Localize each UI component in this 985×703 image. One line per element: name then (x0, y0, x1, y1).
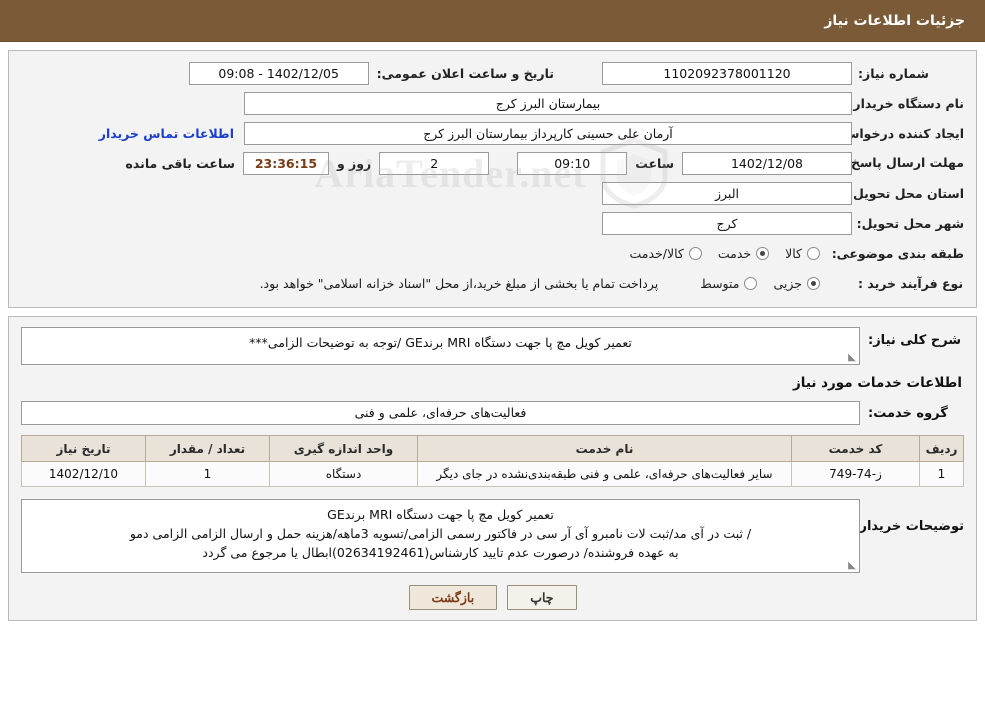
row-buyer-org: نام دستگاه خریدار: بیمارستان البرز کرج (21, 91, 964, 115)
process-radio-group[interactable]: جزیی متوسط (700, 276, 820, 291)
remaining-label: ساعت باقی مانده (125, 155, 235, 171)
buyer-org-label: نام دستگاه خریدار: (848, 95, 964, 111)
th-name: نام خدمت (417, 435, 792, 462)
row-city: شهر محل تحویل: کرج (21, 211, 964, 235)
category-option-kala[interactable]: کالا (785, 246, 820, 261)
time-label: ساعت (635, 155, 674, 171)
th-qty: تعداد / مقدار (145, 435, 270, 462)
category-option-label: کالا/خدمت (629, 245, 684, 261)
buyer-notes-row: توضیحات خریدار: تعمیر کویل مچ پا جهت دست… (21, 499, 964, 574)
days-label: روز و (336, 155, 372, 171)
resize-grip-icon[interactable]: ◣ (847, 353, 857, 363)
row-process-type: نوع فرآیند خرید : جزیی متوسط پرداخت تمام… (21, 271, 964, 295)
buyer-notes-line: تعمیر کویل مچ پا جهت دستگاه MRI برندGE (327, 507, 554, 522)
province-label: استان محل تحویل: (847, 185, 964, 201)
buyer-contact-link[interactable]: اطلاعات تماس خریدار (89, 126, 244, 141)
service-group-value: فعالیت‌های حرفه‌ای، علمی و فنی (21, 401, 860, 425)
summary-label: شرح کلی نیاز: (868, 333, 962, 348)
table-row: 1 ز-74-749 سایر فعالیت‌های حرفه‌ای، علمی… (21, 461, 964, 487)
process-option-jozei[interactable]: جزیی (773, 276, 820, 291)
category-radio-group[interactable]: کالا خدمت کالا/خدمت (629, 246, 820, 261)
service-details-panel: شرح کلی نیاز: تعمیر کویل مچ پا جهت دستگا… (8, 316, 977, 622)
th-index: ردیف (919, 435, 964, 462)
category-option-label: خدمت (717, 245, 752, 261)
radio-icon[interactable] (744, 276, 758, 290)
row-deadline: مهلت ارسال پاسخ: تا تاریخ: 1402/12/08 سا… (21, 151, 964, 175)
deadline-label: مهلت ارسال پاسخ: تا تاریخ: (792, 155, 964, 171)
process-note: پرداخت تمام یا بخشی از مبلغ خرید،از محل … (259, 275, 659, 291)
need-number-label: شماره نیاز: (858, 65, 929, 81)
buyer-notes-line: به عهده فروشنده/ درصورت عدم تایید کارشنا… (202, 544, 679, 560)
summary-value: تعمیر کویل مچ پا جهت دستگاه MRI برندGE /… (21, 327, 860, 365)
deadline-time-value: 09:10 (517, 151, 628, 175)
cell-index: 1 (919, 461, 964, 487)
print-button[interactable]: چاپ (507, 585, 577, 611)
th-code: کد خدمت (791, 435, 920, 462)
days-remaining-value: 2 (379, 151, 490, 175)
category-option-label: کالا (785, 245, 802, 261)
th-date: تاریخ نیاز (21, 435, 146, 462)
resize-grip-icon[interactable]: ◣ (847, 561, 857, 571)
row-need-number: شماره نیاز: 1102092378001120 تاریخ و ساع… (21, 61, 964, 85)
announce-date-value: 1402/12/05 - 09:08 (188, 61, 369, 85)
row-requester: ایجاد کننده درخواست: آرمان علی حسینی کار… (21, 121, 964, 145)
header-bar: جزئیات اطلاعات نیاز (0, 0, 985, 42)
buyer-notes-value: تعمیر کویل مچ پا جهت دستگاه MRI برندGE /… (21, 499, 860, 574)
category-label: طبقه بندی موضوعی: (831, 245, 964, 261)
city-label: شهر محل تحویل: (856, 215, 964, 231)
watermark: AriaTender.net (9, 51, 976, 307)
service-group-label: گروه خدمت: (868, 405, 948, 421)
cell-qty: 1 (145, 461, 270, 487)
buyer-notes-label: توضیحات خریدار: (854, 519, 964, 534)
deadline-date-value: 1402/12/08 (682, 151, 852, 175)
countdown-value: 23:36:15 (242, 151, 329, 175)
row-category: طبقه بندی موضوعی: کالا خدمت کالا/خدمت (21, 241, 964, 265)
requester-value: آرمان علی حسینی کارپرداز بیمارستان البرز… (244, 121, 852, 145)
process-option-label: متوسط (700, 275, 740, 291)
cell-unit: دستگاه (269, 461, 418, 487)
city-value: کرج (602, 211, 852, 235)
process-label: نوع فرآیند خرید : (858, 275, 964, 291)
page-title: جزئیات اطلاعات نیاز (824, 12, 965, 29)
cell-date: 1402/12/10 (21, 461, 146, 487)
province-value: البرز (602, 181, 852, 205)
services-table: ردیف کد خدمت نام خدمت واحد اندازه گیری ت… (21, 435, 964, 487)
need-info-panel: AriaTender.net شماره نیاز: 1102092378001… (8, 50, 977, 308)
summary-row: شرح کلی نیاز: تعمیر کویل مچ پا جهت دستگا… (21, 327, 964, 365)
row-province: استان محل تحویل: البرز (21, 181, 964, 205)
radio-icon-selected[interactable] (807, 276, 820, 290)
buyer-notes-line: / ثبت در آی مد/ثبت لات نامبرو آی آر سی د… (129, 525, 752, 541)
need-number-value: 1102092378001120 (602, 61, 852, 85)
footer-actions: چاپ بازگشت (21, 585, 964, 611)
buyer-org-value: بیمارستان البرز کرج (244, 91, 852, 115)
summary-text: تعمیر کویل مچ پا جهت دستگاه MRI برندGE /… (249, 335, 632, 350)
cell-name: سایر فعالیت‌های حرفه‌ای، علمی و فنی طبقه… (417, 461, 792, 487)
page-root: جزئیات اطلاعات نیاز AriaTender.net شماره… (0, 0, 985, 703)
cell-code: ز-74-749 (791, 461, 920, 487)
category-option-kala-khedmat[interactable]: کالا/خدمت (629, 245, 702, 261)
category-option-khedmat[interactable]: خدمت (717, 245, 770, 261)
process-option-label: جزیی (773, 275, 802, 291)
th-unit: واحد اندازه گیری (269, 435, 418, 462)
radio-icon-selected[interactable] (756, 246, 770, 260)
announce-date-label: تاریخ و ساعت اعلان عمومی: (376, 65, 554, 81)
table-header-row: ردیف کد خدمت نام خدمت واحد اندازه گیری ت… (21, 435, 964, 462)
radio-icon[interactable] (688, 246, 702, 260)
service-group-row: گروه خدمت: فعالیت‌های حرفه‌ای، علمی و فن… (21, 401, 964, 425)
services-section-title: اطلاعات خدمات مورد نیاز (792, 375, 962, 391)
requester-label: ایجاد کننده درخواست: (828, 125, 964, 141)
process-option-motevaset[interactable]: متوسط (700, 275, 758, 291)
back-button[interactable]: بازگشت (408, 585, 498, 611)
radio-icon[interactable] (807, 246, 820, 260)
